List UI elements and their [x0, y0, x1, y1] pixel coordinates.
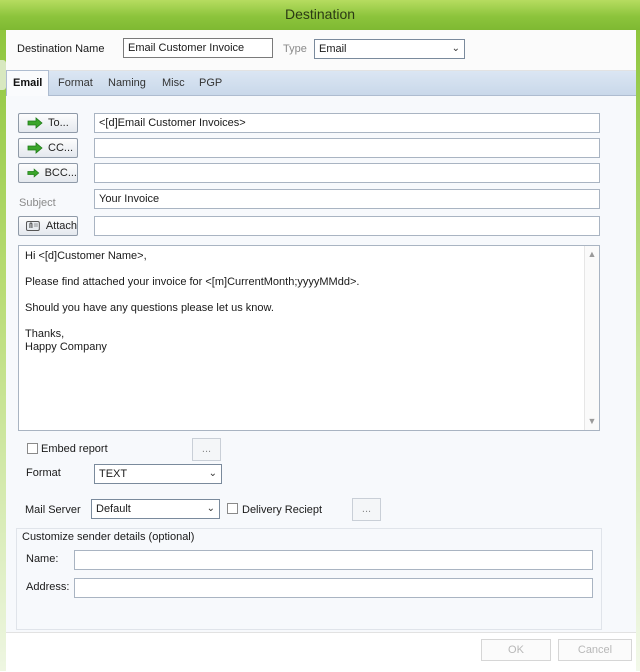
body-line [25, 315, 593, 328]
arrow-right-icon [27, 142, 43, 154]
scroll-down-icon[interactable]: ▼ [585, 415, 599, 428]
tab-pgp[interactable]: PGP [193, 71, 228, 95]
body-line: Thanks, [25, 328, 65, 340]
attachment-icon [25, 221, 40, 231]
arrow-right-icon [27, 168, 40, 178]
arrow-right-icon [27, 117, 43, 129]
mail-server-label: Mail Server [25, 504, 81, 516]
attach-button[interactable]: Attach [18, 216, 78, 236]
subject-label: Subject [19, 197, 56, 209]
tab-naming[interactable]: Naming [102, 71, 152, 95]
window-right-edge [636, 30, 640, 671]
body-line: Should you have any questions please let… [25, 302, 274, 314]
type-select-value: Email [319, 43, 347, 55]
dialog-footer: OK Cancel [6, 632, 636, 672]
delivery-receipt-checkbox[interactable] [227, 503, 238, 514]
format-select[interactable]: TEXT ⌄ [94, 464, 222, 484]
sender-name-label: Name: [26, 553, 59, 565]
destination-name-input[interactable]: Email Customer Invoice [123, 38, 273, 58]
chevron-down-icon: ⌄ [206, 503, 215, 514]
tab-misc[interactable]: Misc [156, 71, 191, 95]
tab-bar: Email Format Naming Misc PGP [6, 70, 636, 96]
sender-name-input[interactable] [74, 550, 593, 570]
window-title: Destination [284, 6, 356, 22]
title-bar[interactable]: Destination [0, 0, 640, 30]
attach-button-label: Attach [45, 220, 77, 232]
tab-format[interactable]: Format [52, 71, 99, 95]
sender-address-input[interactable] [74, 578, 593, 598]
body-line: Please find attached your invoice for <[… [25, 276, 360, 288]
to-button-label: To... [48, 117, 69, 129]
bcc-button-label: BCC... [44, 167, 77, 179]
mail-server-select-value: Default [96, 503, 131, 515]
to-input[interactable]: <[d]Email Customer Invoices> [94, 113, 600, 133]
format-label: Format [26, 467, 61, 479]
delivery-browse-button[interactable]: ... [352, 498, 381, 521]
cc-input[interactable] [94, 138, 600, 158]
cc-button-label: CC... [48, 142, 74, 154]
scroll-up-icon[interactable]: ▲ [585, 248, 599, 261]
format-select-value: TEXT [99, 468, 128, 480]
attach-input[interactable] [94, 216, 600, 236]
bcc-input[interactable] [94, 163, 600, 183]
subject-input[interactable]: Your Invoice [94, 189, 600, 209]
email-body-textarea[interactable]: Hi <[d]Customer Name>, Please find attac… [18, 245, 600, 431]
chevron-down-icon: ⌄ [451, 43, 460, 54]
bcc-button[interactable]: BCC... [18, 163, 78, 183]
embed-report-label: Embed report [41, 443, 108, 455]
cancel-button[interactable]: Cancel [558, 639, 632, 661]
cc-button[interactable]: CC... [18, 138, 78, 158]
sender-address-label: Address: [26, 581, 70, 593]
tab-email[interactable]: Email [6, 70, 50, 96]
destination-header: Destination Name Email Customer Invoice … [6, 30, 636, 71]
embed-report-checkbox[interactable] [27, 443, 38, 454]
body-line: Happy Company [25, 341, 107, 353]
ok-button[interactable]: OK [481, 639, 551, 661]
dialog-content: Destination Name Email Customer Invoice … [6, 30, 636, 672]
type-select[interactable]: Email ⌄ [314, 39, 465, 59]
mail-server-select[interactable]: Default ⌄ [91, 499, 220, 519]
body-scrollbar[interactable]: ▲ ▼ [584, 246, 599, 430]
chevron-down-icon: ⌄ [208, 468, 217, 479]
delivery-receipt-label: Delivery Reciept [242, 504, 323, 516]
embed-browse-button[interactable]: ... [192, 438, 221, 461]
body-line [25, 263, 593, 276]
body-line: Hi <[d]Customer Name>, [25, 250, 147, 262]
body-line [25, 289, 593, 302]
destination-name-label: Destination Name [17, 43, 105, 55]
to-button[interactable]: To... [18, 113, 78, 133]
sender-group-title: Customize sender details (optional) [22, 531, 195, 543]
type-label: Type [283, 43, 307, 55]
